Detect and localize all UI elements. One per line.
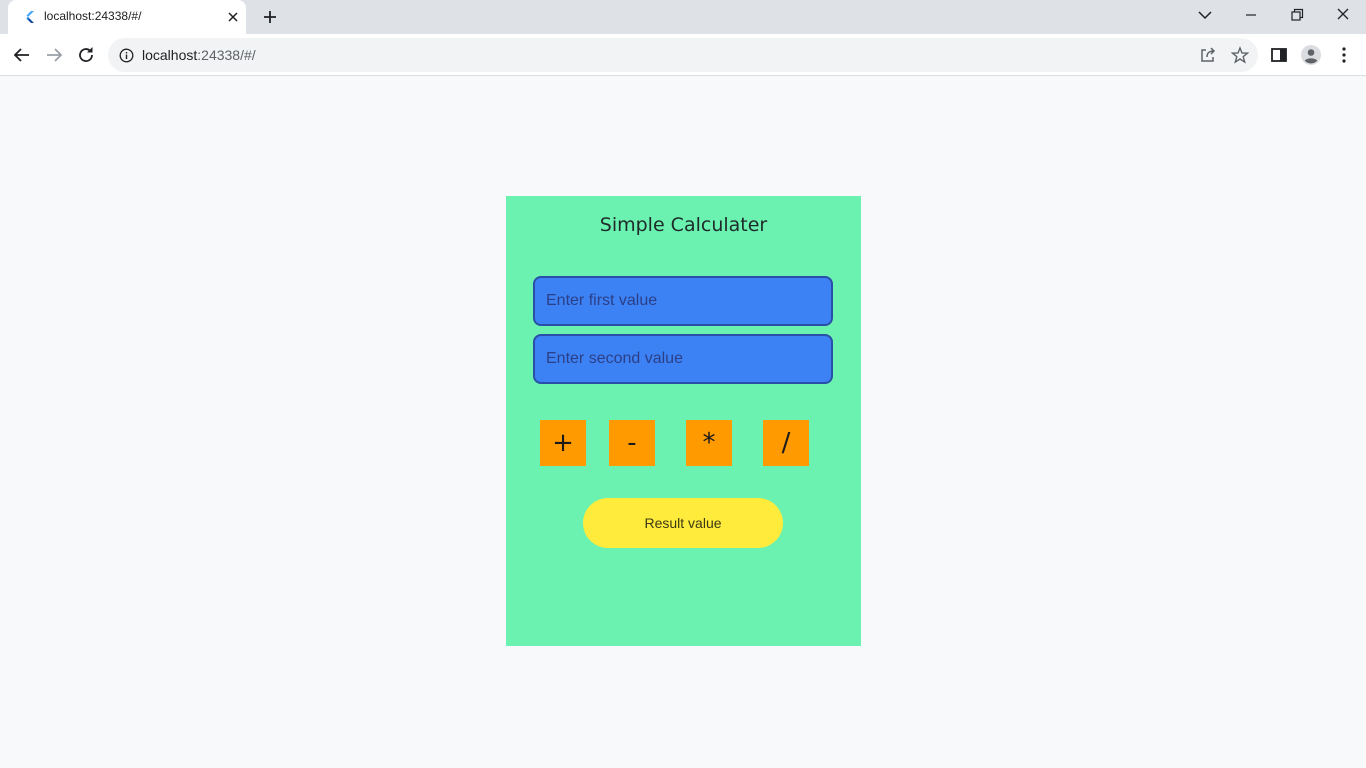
result-label: Result value bbox=[644, 515, 722, 531]
address-bar[interactable]: localhost:24338/#/ bbox=[108, 38, 1258, 72]
new-tab-icon[interactable] bbox=[260, 7, 280, 27]
url-text: localhost:24338/#/ bbox=[142, 47, 256, 63]
url-host: localhost bbox=[142, 47, 198, 63]
browser-toolbar: localhost:24338/#/ bbox=[0, 34, 1366, 76]
tab-search-chevron-icon[interactable] bbox=[1193, 4, 1217, 26]
calculator-card: Simple Calculater + - * / Result value bbox=[506, 196, 861, 646]
window-close-icon[interactable] bbox=[1331, 4, 1355, 26]
back-arrow-icon[interactable] bbox=[11, 44, 33, 66]
restore-icon[interactable] bbox=[1285, 4, 1309, 26]
star-icon[interactable] bbox=[1231, 46, 1249, 64]
profile-avatar-icon[interactable] bbox=[1300, 44, 1322, 66]
divide-button[interactable]: / bbox=[763, 420, 809, 466]
add-button[interactable]: + bbox=[540, 420, 586, 466]
tab-title: localhost:24338/#/ bbox=[44, 9, 142, 23]
app-title: Simple Calculater bbox=[599, 214, 768, 236]
side-panel-icon[interactable] bbox=[1268, 44, 1290, 66]
info-icon[interactable] bbox=[119, 48, 134, 63]
flutter-icon bbox=[26, 11, 34, 23]
second-value-input[interactable] bbox=[533, 334, 833, 384]
more-menu-icon[interactable] bbox=[1333, 44, 1355, 66]
share-icon[interactable] bbox=[1199, 46, 1217, 64]
minimize-icon[interactable] bbox=[1239, 4, 1263, 26]
browser-tab[interactable]: localhost:24338/#/ bbox=[8, 0, 246, 34]
result-button[interactable]: Result value bbox=[583, 498, 783, 548]
reload-icon[interactable] bbox=[75, 44, 97, 66]
url-path: :24338/#/ bbox=[197, 47, 256, 63]
multiply-button[interactable]: * bbox=[686, 420, 732, 466]
forward-arrow-icon[interactable] bbox=[43, 44, 65, 66]
close-icon[interactable] bbox=[224, 8, 242, 26]
tab-strip: localhost:24338/#/ bbox=[0, 0, 1366, 34]
first-value-input[interactable] bbox=[533, 276, 833, 326]
subtract-button[interactable]: - bbox=[609, 420, 655, 466]
